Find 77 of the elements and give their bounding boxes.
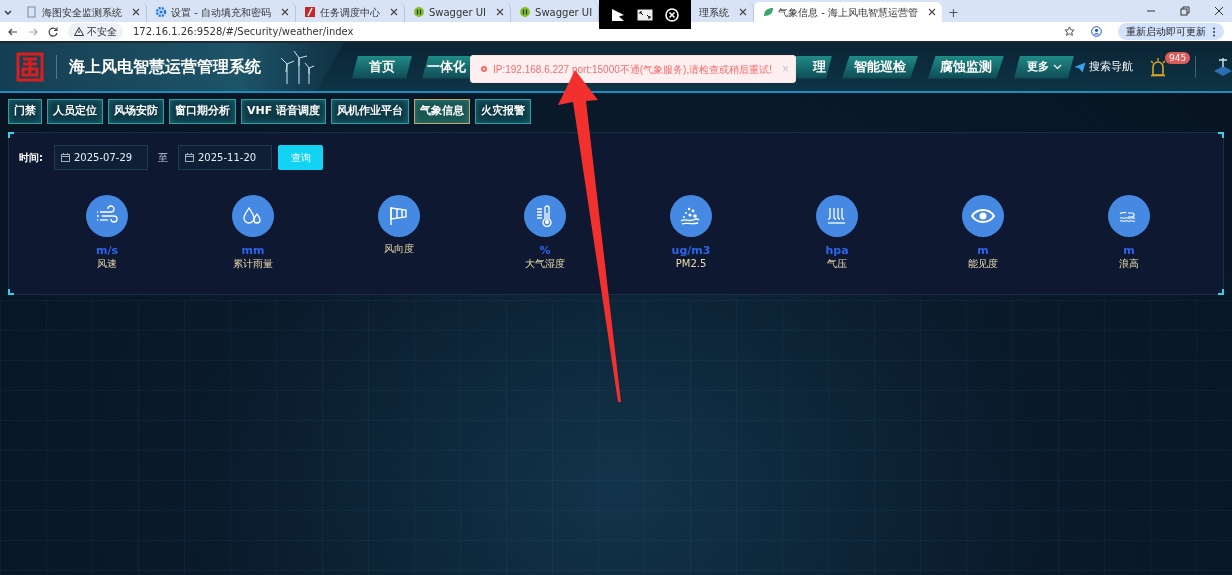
error-dot-icon (481, 66, 487, 72)
toast-message: IP:192.168.6.227 port:15000不通(气象服务),请检查或稍后重试! (493, 62, 772, 77)
sub-tab[interactable]: VHF 语音调度 (241, 99, 327, 124)
close-icon[interactable] (132, 8, 140, 16)
reload-icon[interactable] (48, 26, 58, 37)
sub-tab[interactable]: 门禁 (8, 99, 42, 124)
paper-plane-icon (1074, 61, 1086, 73)
nav-tab[interactable]: 智能巡检 (842, 55, 918, 79)
close-icon[interactable] (280, 8, 289, 16)
eye-icon (962, 195, 1004, 237)
security-chip[interactable]: 不安全 (68, 23, 123, 40)
star-icon[interactable] (1064, 26, 1075, 37)
platform-icon[interactable] (1212, 55, 1232, 79)
browser-tab[interactable]: 气象信息 - 海上风电智慧运营管 (754, 2, 943, 22)
calendar-icon (61, 152, 70, 162)
warning-icon (74, 27, 84, 36)
back-icon[interactable] (8, 26, 18, 37)
new-tab-button[interactable]: + (948, 2, 959, 22)
metric-label: PM2.5 (675, 257, 707, 270)
gear-icon (155, 6, 167, 18)
metric-label: 大气湿度 (525, 257, 565, 270)
app-title: 海上风电智慧运营管理系统 (56, 55, 261, 79)
page-icon (26, 6, 38, 18)
sub-tab[interactable]: 窗口期分析 (169, 99, 236, 124)
update-button[interactable]: 重新启动即可更新 (1118, 23, 1224, 40)
swagger-icon (519, 6, 532, 18)
unit-label: m (1123, 244, 1135, 257)
flag-icon (378, 195, 420, 237)
search-nav-link[interactable]: 搜索导航 (1074, 58, 1133, 76)
close-icon[interactable] (496, 8, 505, 16)
close-icon[interactable] (739, 8, 748, 16)
nav-tab[interactable]: 腐蚀监测 (928, 55, 1004, 79)
date-field[interactable]: 2025-11-20 (178, 144, 272, 170)
pointer-icon[interactable] (611, 7, 626, 22)
metric-label: 累计雨量 (233, 257, 273, 270)
swagger-icon (412, 6, 425, 18)
sub-tab[interactable]: 人员定位 (47, 99, 103, 124)
metric-label: 浪高 (1119, 257, 1139, 270)
sub-tab[interactable]: 气象信息 (414, 99, 471, 124)
metric-label: 能见度 (968, 257, 998, 270)
unit-label: % (539, 244, 551, 257)
unit-label: hpa (825, 244, 849, 257)
date-field[interactable]: 2025-07-29 (54, 144, 148, 170)
restore-icon[interactable] (1180, 6, 1190, 16)
close-icon[interactable] (1214, 6, 1224, 16)
wave-icon (1108, 195, 1150, 237)
sub-tab[interactable]: 火灾报警 (475, 99, 532, 124)
raindrops-icon (232, 195, 274, 237)
wind-icon (86, 195, 128, 237)
seal-logo (14, 51, 46, 83)
nav-tab[interactable]: 首页 (352, 55, 412, 79)
sub-tab[interactable]: 风场安防 (108, 99, 164, 124)
unit-label: m (977, 244, 989, 257)
profile-icon[interactable] (1091, 26, 1102, 37)
close-icon[interactable] (389, 8, 398, 16)
unit-label: ug/m3 (671, 244, 711, 257)
metric-label: 气压 (827, 257, 847, 270)
nav-tab[interactable]: 更多 (1014, 55, 1074, 79)
more-icon (1212, 26, 1216, 37)
close-icon[interactable] (928, 8, 937, 16)
time-label: 时间: (19, 150, 44, 165)
resize-icon[interactable] (637, 8, 654, 21)
thermometer-icon (524, 195, 566, 237)
calendar-icon (185, 152, 194, 162)
metric-label: 风速 (97, 257, 117, 270)
unit-label: m/s (96, 244, 118, 257)
chevron-down-icon (1052, 64, 1062, 70)
range-separator: 至 (158, 150, 168, 165)
metric-label: 风向度 (384, 242, 414, 255)
sub-tab[interactable]: 风机作业平台 (331, 99, 410, 124)
alarm-icon[interactable] (1149, 57, 1167, 77)
pressure-icon (816, 195, 858, 237)
unit-label: mm (241, 244, 265, 257)
leaf-icon (762, 6, 775, 18)
address-field[interactable]: 172.16.1.26:9528/#/Security/weather/index (133, 24, 354, 39)
particles-icon (670, 195, 712, 237)
slash-icon (303, 6, 316, 18)
